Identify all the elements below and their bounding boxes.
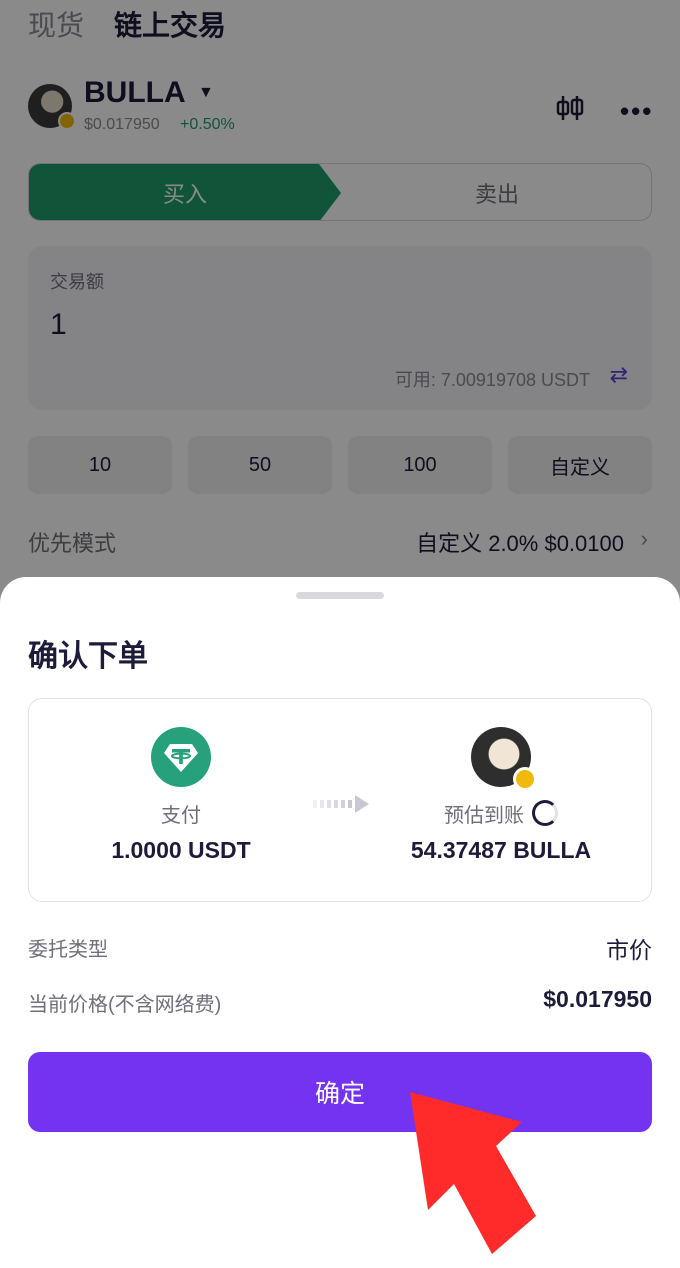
current-price-value: $0.017950 (543, 986, 652, 1012)
usdt-icon (151, 727, 211, 787)
chain-badge-icon (513, 767, 537, 791)
confirm-button[interactable]: 确定 (28, 1052, 652, 1132)
sheet-title: 确认下单 (28, 640, 148, 673)
sheet-drag-handle[interactable] (296, 592, 384, 599)
loading-spinner-icon (532, 800, 558, 826)
bulla-token-icon (471, 727, 537, 791)
current-price-label: 当前价格(不含网络费) (28, 994, 222, 1016)
red-pointer-arrow-icon (410, 1092, 536, 1254)
order-type-label: 委托类型 (28, 939, 108, 961)
arrow-right-icon (313, 795, 369, 813)
receive-label-row: 预估到账 (369, 799, 633, 827)
pay-label: 支付 (161, 804, 201, 827)
receive-amount: 54.37487 BULLA (410, 837, 592, 863)
pay-column: 支付 1.0000 USDT (69, 727, 293, 864)
order-type-value: 市价 (606, 937, 652, 963)
order-type-row: 委托类型 市价 (28, 929, 652, 965)
receive-column: 预估到账 54.37487 BULLA (369, 727, 633, 864)
current-price-row: 当前价格(不含网络费) $0.017950 (28, 984, 652, 1020)
receive-label: 预估到账 (444, 804, 524, 827)
confirm-order-sheet: 确认下单 支付 1.0000 USDT 预估到账 54.37487 BULLA … (0, 577, 680, 1268)
swap-summary-card: 支付 1.0000 USDT 预估到账 54.37487 BULLA (28, 698, 652, 902)
pay-amount: 1.0000 USDT (111, 837, 251, 863)
